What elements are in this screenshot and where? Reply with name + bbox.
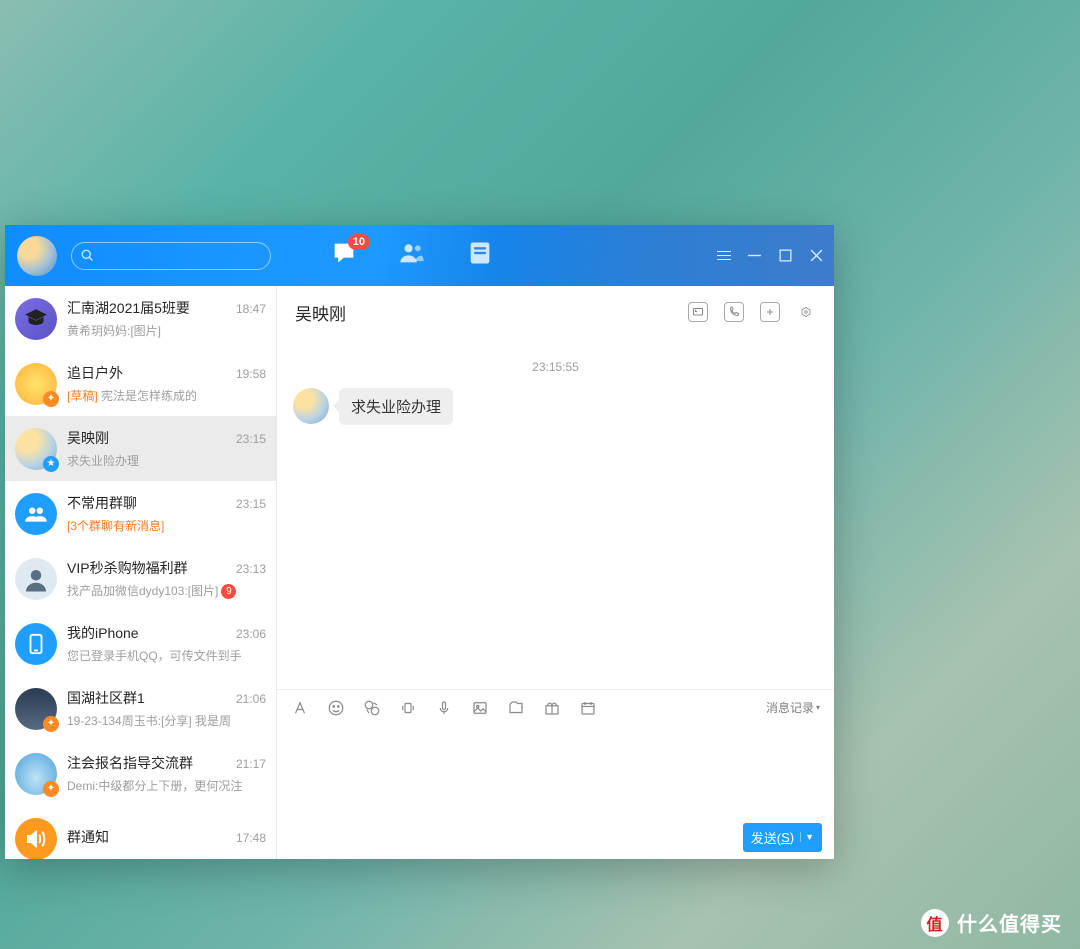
conversation-item[interactable]: 我的iPhone 23:06 您已登录手机QQ，可传文件到手 bbox=[5, 611, 276, 676]
file-button[interactable] bbox=[507, 699, 525, 717]
graduation-cap-icon bbox=[23, 306, 49, 332]
conversation-item[interactable]: ✦ 注会报名指导交流群21:17 Demi:中级都分上下册，更何况注 bbox=[5, 741, 276, 806]
conversation-item[interactable]: VIP秒杀购物福利群 23:13 找产品加微信dydy103:[图片]9 bbox=[5, 546, 276, 611]
chat-title: 吴映刚 bbox=[295, 300, 346, 325]
close-button[interactable] bbox=[809, 248, 824, 263]
conversation-name: VIP秒杀购物福利群 bbox=[67, 558, 188, 578]
conversation-snippet: 您已登录手机QQ，可传文件到手 bbox=[67, 647, 266, 664]
gift-button[interactable] bbox=[543, 699, 561, 717]
send-row: 发送(S) ▼ bbox=[277, 815, 834, 859]
calendar-button[interactable] bbox=[579, 699, 597, 717]
conversation-time: 19:58 bbox=[236, 367, 266, 381]
conversation-time: 23:06 bbox=[236, 627, 266, 641]
header: 10 bbox=[5, 225, 834, 286]
conversation-time: 23:15 bbox=[236, 497, 266, 511]
conversation-item[interactable]: ✦ 追日户外19:58 [草稿] 宪法是怎样练成的 bbox=[5, 351, 276, 416]
apps-icon bbox=[466, 239, 494, 267]
conversation-item[interactable]: 汇南湖2021届5班要 18:47 黄希玥妈妈:[图片] bbox=[5, 286, 276, 351]
maximize-button[interactable] bbox=[778, 248, 793, 263]
conversation-name: 国湖社区群1 bbox=[67, 688, 145, 708]
chat-header: 吴映刚 bbox=[277, 286, 834, 338]
conversation-time: 23:15 bbox=[236, 432, 266, 446]
conversation-snippet: 求失业险办理 bbox=[67, 452, 266, 469]
message-timestamp: 23:15:55 bbox=[277, 360, 834, 374]
unread-badge: 9 bbox=[221, 584, 236, 599]
watermark-badge: 值 bbox=[921, 909, 949, 937]
conversation-time: 17:48 bbox=[236, 831, 266, 845]
conversation-snippet: 找产品加微信dydy103:[图片]9 bbox=[67, 582, 266, 599]
window-controls bbox=[716, 225, 824, 286]
message-area[interactable]: 23:15:55 求失业险办理 bbox=[277, 338, 834, 689]
screenshot-button[interactable] bbox=[363, 699, 381, 717]
sender-avatar[interactable] bbox=[293, 388, 329, 424]
conversation-time: 23:13 bbox=[236, 562, 266, 576]
conversation-time: 21:17 bbox=[236, 757, 266, 771]
font-button[interactable] bbox=[291, 699, 309, 717]
message-input[interactable] bbox=[277, 725, 834, 815]
conversation-item[interactable]: ✦ 国湖社区群121:06 19-23-134周玉书:[分享] 我是周 bbox=[5, 676, 276, 741]
menu-button[interactable] bbox=[716, 248, 731, 263]
conversation-name: 我的iPhone bbox=[67, 623, 139, 643]
conversation-name: 汇南湖2021届5班要 bbox=[67, 298, 190, 318]
image-button[interactable] bbox=[471, 699, 489, 717]
message-bubble: 求失业险办理 bbox=[339, 388, 453, 425]
user-avatar[interactable] bbox=[17, 236, 57, 276]
tab-messages[interactable]: 10 bbox=[330, 239, 358, 272]
message-row: 求失业险办理 bbox=[293, 388, 818, 425]
conversation-snippet: Demi:中级都分上下册，更何况注 bbox=[67, 777, 266, 794]
conversation-snippet: [草稿] 宪法是怎样练成的 bbox=[67, 387, 266, 404]
conversation-time: 21:06 bbox=[236, 692, 266, 706]
tab-apps[interactable] bbox=[466, 239, 494, 272]
conversation-list[interactable]: 汇南湖2021届5班要18:47 黄希玥妈妈:[图片] ✦ 追日户外19:58 … bbox=[5, 286, 277, 859]
conversation-name: 注会报名指导交流群 bbox=[67, 753, 193, 773]
contacts-icon bbox=[398, 239, 426, 267]
chat-panel: 吴映刚 23:15:55 求失业险办理 bbox=[277, 286, 834, 859]
person-icon bbox=[21, 564, 51, 594]
conversation-item[interactable]: 群通知 17:48 bbox=[5, 806, 276, 859]
conversation-snippet: 19-23-134周玉书:[分享] 我是周 bbox=[67, 712, 266, 729]
conversation-snippet: 黄希玥妈妈:[图片] bbox=[67, 322, 266, 339]
phone-icon bbox=[25, 633, 47, 655]
conversation-name: 追日户外 bbox=[67, 363, 123, 383]
call-button[interactable] bbox=[724, 302, 744, 322]
conversation-item[interactable]: ★ 吴映刚23:15 求失业险办理 bbox=[5, 416, 276, 481]
watermark-text: 什么值得买 bbox=[957, 908, 1062, 937]
message-history-button[interactable]: 消息记录▾ bbox=[766, 699, 820, 716]
voice-button[interactable] bbox=[435, 699, 453, 717]
emoji-button[interactable] bbox=[327, 699, 345, 717]
message-badge: 10 bbox=[348, 234, 370, 250]
conversation-snippet: [3个群聊有新消息] bbox=[67, 517, 266, 534]
send-options-caret[interactable]: ▼ bbox=[800, 832, 814, 842]
send-button[interactable]: 发送(S) ▼ bbox=[743, 823, 822, 852]
remote-screen-button[interactable] bbox=[688, 302, 708, 322]
conversation-name: 群通知 bbox=[67, 827, 109, 847]
settings-button[interactable] bbox=[796, 302, 816, 322]
search-icon bbox=[80, 248, 95, 263]
conversation-item[interactable]: 不常用群聊 23:15 [3个群聊有新消息] bbox=[5, 481, 276, 546]
group-icon bbox=[23, 501, 49, 527]
app-window: 10 汇南湖2021届5班要18:47 黄希玥妈妈: bbox=[5, 225, 834, 859]
conversation-name: 不常用群聊 bbox=[67, 493, 137, 513]
watermark: 值 什么值得买 bbox=[921, 908, 1062, 937]
speaker-icon bbox=[24, 827, 48, 851]
shake-button[interactable] bbox=[399, 699, 417, 717]
search-input[interactable] bbox=[101, 248, 261, 263]
chat-actions bbox=[688, 302, 816, 322]
conversation-name: 吴映刚 bbox=[67, 428, 109, 448]
tab-contacts[interactable] bbox=[398, 239, 426, 272]
add-app-button[interactable] bbox=[760, 302, 780, 322]
nav-tabs: 10 bbox=[330, 225, 494, 286]
editor-toolbar: 消息记录▾ bbox=[277, 689, 834, 725]
search-box[interactable] bbox=[71, 242, 271, 270]
minimize-button[interactable] bbox=[747, 248, 762, 263]
conversation-time: 18:47 bbox=[236, 302, 266, 316]
